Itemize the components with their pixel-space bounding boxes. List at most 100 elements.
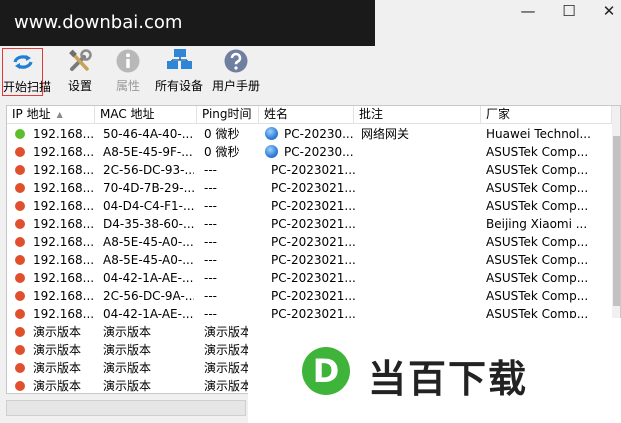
vendor-cell: ASUSTek Comp...	[486, 199, 589, 213]
ping-cell: 0 微秒	[204, 127, 240, 141]
ip-cell: 192.168...	[15, 251, 99, 269]
note-cell	[361, 287, 481, 305]
all-devices-button[interactable]: 所有设备	[152, 48, 206, 96]
mac-cell: 04-D4-C4-F1-...	[103, 199, 194, 213]
note-cell	[361, 161, 481, 179]
watermark-banner: www.downbai.com	[0, 0, 375, 48]
vendor-cell: ASUSTek Comp...	[486, 235, 589, 249]
ip-text: 192.168...	[33, 181, 95, 195]
device-row[interactable]: 192.168... 04-D4-C4-F1-... --- PC-2023021..…	[7, 197, 607, 215]
vendor-cell: ASUSTek Comp...	[486, 163, 589, 177]
watermark-logo: D 当百下载	[248, 318, 621, 423]
vendor-cell: ASUSTek Comp...	[486, 253, 589, 267]
name-cell: PC-2023021...	[265, 197, 355, 215]
status-offline-icon	[15, 381, 25, 391]
ip-cell: 192.168...	[15, 179, 99, 197]
device-row[interactable]: 192.168... 04-42-1A-AE-... --- PC-2023021..…	[7, 269, 607, 287]
vendor-cell: ASUSTek Comp...	[486, 271, 589, 285]
info-icon	[116, 49, 140, 73]
device-row[interactable]: 192.168... A8-5E-45-A0-... --- PC-2023021..…	[7, 233, 607, 251]
all-devices-label: 所有设备	[154, 79, 203, 93]
ip-cell: 演示版本	[15, 341, 99, 359]
device-row[interactable]: 192.168... 50-46-4A-40-... 0 微秒 PC-20230...…	[7, 125, 607, 143]
name-cell: PC-2023021...	[265, 233, 355, 251]
note-cell	[361, 143, 481, 161]
ping-cell: ---	[204, 235, 217, 249]
ip-cell: 192.168...	[15, 269, 99, 287]
column-header-name[interactable]: 姓名	[259, 106, 354, 124]
refresh-icon	[12, 55, 33, 69]
note-cell	[361, 179, 481, 197]
column-header-ip-label: IP 地址	[12, 107, 51, 121]
ip-text: 192.168...	[33, 235, 95, 249]
start-scan-button[interactable]: 开始扫描	[2, 48, 51, 96]
column-header-ip[interactable]: IP 地址 ▲	[7, 106, 95, 124]
status-offline-icon	[15, 309, 25, 319]
vendor-cell: ASUSTek Comp...	[486, 181, 589, 195]
mac-cell: 04-42-1A-AE-...	[103, 307, 194, 321]
status-bar	[6, 400, 246, 416]
ip-cell: 192.168...	[15, 215, 99, 233]
ip-text: 演示版本	[33, 343, 82, 357]
close-button[interactable]: ✕	[586, 0, 621, 24]
ip-text: 192.168...	[33, 163, 95, 177]
device-row[interactable]: 192.168... 2C-56-DC-93-... --- PC-2023021..…	[7, 161, 607, 179]
name-cell: PC-2023021...	[265, 215, 355, 233]
ip-text: 192.168...	[33, 289, 95, 303]
watermark-logo-badge: D	[302, 347, 350, 395]
ip-cell: 192.168...	[15, 233, 99, 251]
name-text: PC-2023021...	[271, 163, 355, 177]
mac-cell: A8-5E-45-9F-...	[103, 145, 193, 159]
status-offline-icon	[15, 273, 25, 283]
name-text: PC-2023021...	[271, 235, 355, 249]
column-header-note[interactable]: 批注	[354, 106, 481, 124]
name-text: PC-2023021...	[271, 181, 355, 195]
column-header-ping[interactable]: Ping时间	[197, 106, 259, 124]
settings-button[interactable]: 设置	[60, 48, 100, 96]
device-row[interactable]: 192.168... 70-4D-7B-29-... --- PC-2023021..…	[7, 179, 607, 197]
globe-icon	[265, 145, 278, 158]
note-cell	[361, 215, 481, 233]
toolbar: 开始扫描 设置 属性 所有设备 用户手册	[0, 46, 621, 98]
ip-text: 192.168...	[33, 217, 95, 231]
status-offline-icon	[15, 255, 25, 265]
device-row[interactable]: 192.168... A8-5E-45-9F-... 0 微秒 PC-20230...…	[7, 143, 607, 161]
status-offline-icon	[15, 345, 25, 355]
ip-cell: 192.168...	[15, 125, 99, 143]
watermark-logo-text: 当百下载	[368, 357, 529, 401]
name-text: PC-2023021...	[271, 289, 355, 303]
name-cell: PC-20230...	[265, 143, 355, 161]
ping-cell: ---	[204, 217, 217, 231]
ip-text: 192.168...	[33, 145, 95, 159]
name-cell: PC-20230...	[265, 125, 355, 143]
device-row[interactable]: 192.168... A8-5E-45-A0-... --- PC-2023021..…	[7, 251, 607, 269]
name-cell: PC-2023021...	[265, 287, 355, 305]
device-row[interactable]: 192.168... 2C-56-DC-9A-... --- PC-2023021..…	[7, 287, 607, 305]
ping-cell: ---	[204, 253, 217, 267]
network-devices-icon	[167, 49, 192, 69]
status-offline-icon	[15, 147, 25, 157]
status-online-icon	[15, 129, 25, 139]
status-offline-icon	[15, 201, 25, 211]
ip-text: 192.168...	[33, 127, 95, 141]
ip-text: 192.168...	[33, 253, 95, 267]
properties-button[interactable]: 属性	[108, 48, 148, 96]
ip-text: 演示版本	[33, 361, 82, 375]
mac-cell: 2C-56-DC-93-...	[103, 163, 194, 177]
ip-text: 演示版本	[33, 379, 82, 393]
vendor-cell: ASUSTek Comp...	[486, 289, 589, 303]
ping-cell: 0 微秒	[204, 145, 240, 159]
user-manual-button[interactable]: 用户手册	[208, 48, 264, 96]
note-cell	[361, 197, 481, 215]
name-cell: PC-2023021...	[265, 179, 355, 197]
column-header-vendor[interactable]: 厂家	[481, 106, 612, 124]
scrollbar-thumb[interactable]	[613, 136, 620, 306]
ip-cell: 演示版本	[15, 359, 99, 377]
status-offline-icon	[15, 327, 25, 337]
minimize-button[interactable]: —	[505, 0, 551, 24]
device-row[interactable]: 192.168... D4-35-38-60-... --- PC-2023021..…	[7, 215, 607, 233]
ip-cell: 演示版本	[15, 377, 99, 393]
name-cell: PC-2023021...	[265, 251, 355, 269]
column-header-mac[interactable]: MAC 地址	[95, 106, 197, 124]
ping-cell: ---	[204, 163, 217, 177]
